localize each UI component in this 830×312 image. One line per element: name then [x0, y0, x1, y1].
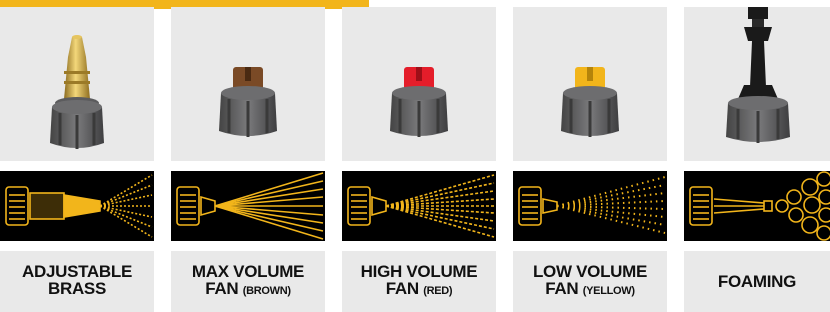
cone-spray-icon — [0, 171, 154, 241]
label-line2: FAN (RED) — [385, 279, 453, 298]
red-fan-nozzle-icon — [342, 7, 496, 161]
yellow-fan-nozzle-icon — [513, 7, 667, 161]
brown-fan-nozzle-icon — [171, 7, 325, 161]
label-line1: LOW VOLUME — [532, 262, 648, 281]
label-line1: HIGH VOLUME — [360, 262, 478, 281]
adjustable-brass-nozzle-icon — [0, 7, 154, 161]
label-line1: FOAMING — [717, 272, 797, 291]
nozzle-label: MAX VOLUME FAN (BROWN) — [171, 251, 325, 312]
label-line2: BRASS — [47, 279, 106, 298]
foam-bubbles-spray-icon — [684, 171, 830, 241]
label-line2: FAN (BROWN) — [205, 279, 291, 298]
mist-spray-icon — [513, 171, 667, 241]
dotted-fan-spray-icon — [342, 171, 496, 241]
nozzle-card-high-volume-fan[interactable]: HIGH VOLUME FAN (RED) — [342, 0, 496, 312]
nozzle-card-low-volume-fan[interactable]: LOW VOLUME FAN (YELLOW) — [513, 0, 667, 312]
nozzle-label: HIGH VOLUME FAN (RED) — [342, 251, 496, 312]
nozzle-label: ADJUSTABLE BRASS — [0, 251, 154, 312]
label-line2: FAN (YELLOW) — [545, 279, 635, 298]
nozzle-card-max-volume-fan[interactable]: MAX VOLUME FAN (BROWN) — [171, 0, 325, 312]
label-line1: ADJUSTABLE — [21, 262, 133, 281]
foaming-nozzle-icon — [684, 7, 830, 161]
nozzle-label: LOW VOLUME FAN (YELLOW) — [513, 251, 667, 312]
nozzle-label: FOAMING — [684, 251, 830, 312]
label-line1: MAX VOLUME — [191, 262, 305, 281]
nozzle-card-adjustable-brass[interactable]: ADJUSTABLE BRASS — [0, 0, 154, 312]
wide-fan-spray-icon — [171, 171, 325, 241]
nozzle-card-foaming[interactable]: FOAMING — [684, 0, 830, 312]
